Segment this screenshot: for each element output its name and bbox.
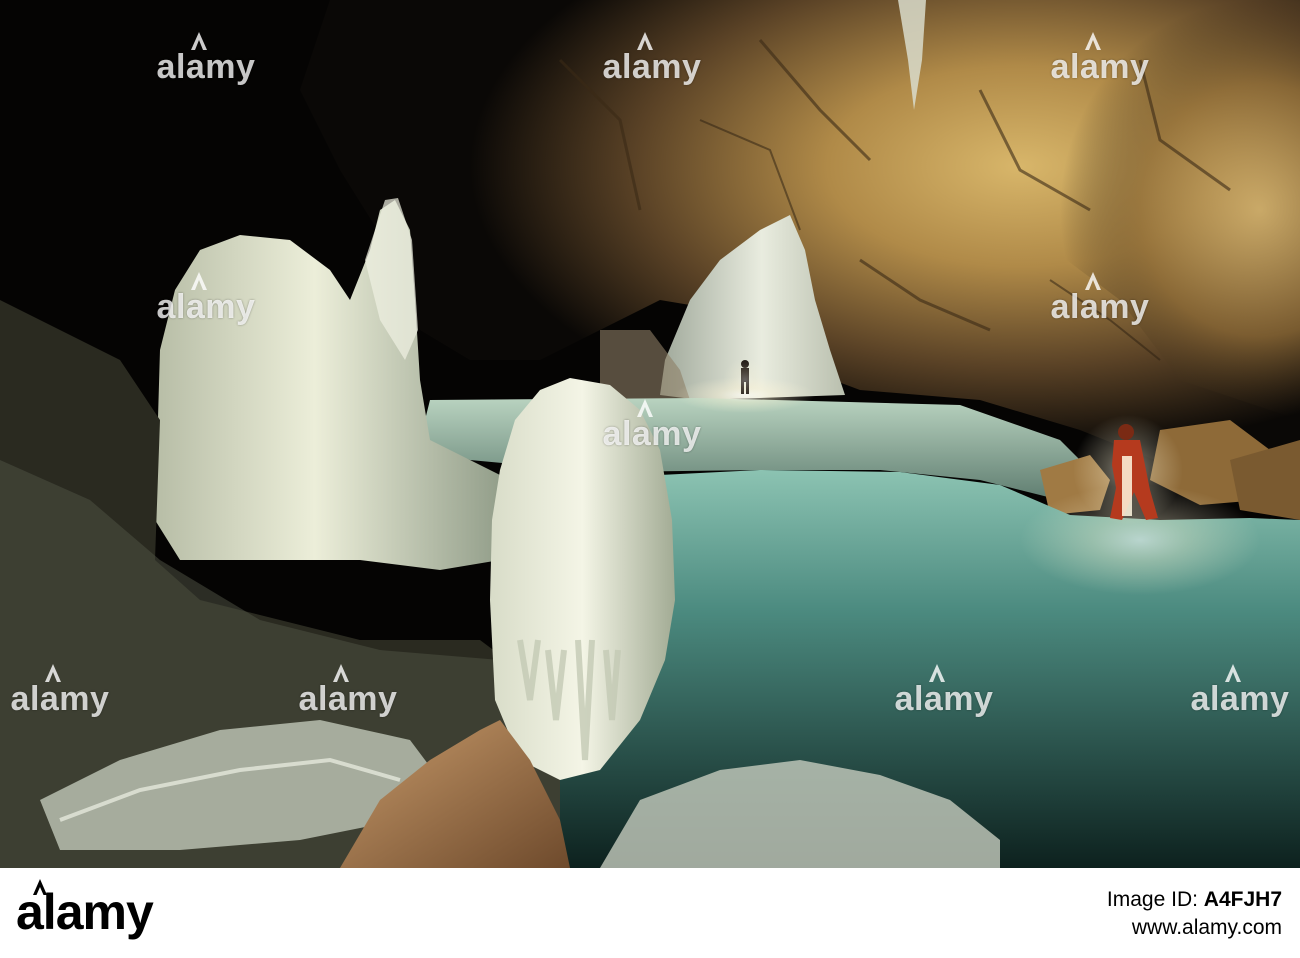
- watermark-text: alamy: [1050, 48, 1150, 86]
- caver-with-lamp: [1073, 415, 1183, 525]
- alamy-logo: alamy: [16, 879, 316, 942]
- watermark-text: alamy: [156, 48, 256, 86]
- watermark-text: alamy: [602, 48, 702, 86]
- image-id-value: A4FJH7: [1203, 888, 1282, 911]
- watermark: alamy: [592, 397, 712, 453]
- watermark: alamy: [0, 662, 120, 718]
- watermark-text: alamy: [894, 680, 994, 718]
- distant-caver: [723, 358, 767, 402]
- watermark: alamy: [884, 662, 1004, 718]
- watermark-text: alamy: [602, 415, 702, 453]
- logo-text: alamy: [16, 884, 154, 940]
- watermark: alamy: [1180, 662, 1300, 718]
- watermark: alamy: [1040, 270, 1160, 326]
- watermark: alamy: [1040, 30, 1160, 86]
- watermark: alamy: [146, 270, 266, 326]
- footer-bar: alamy Image ID: A4FJH7 www.alamy.com: [0, 868, 1300, 958]
- watermark: alamy: [146, 30, 266, 86]
- watermark: alamy: [592, 30, 712, 86]
- watermark-text: alamy: [10, 680, 110, 718]
- site-url[interactable]: www.alamy.com: [862, 914, 1282, 942]
- image-id-label: Image ID:: [1106, 888, 1198, 911]
- cave-photo: alamy alamy alamy alamy alamy alamy alam…: [0, 0, 1300, 868]
- watermark: alamy: [288, 662, 408, 718]
- image-id-line: Image ID: A4FJH7: [862, 886, 1282, 914]
- watermark-text: alamy: [156, 288, 256, 326]
- watermark-text: alamy: [1050, 288, 1150, 326]
- watermark-text: alamy: [298, 680, 398, 718]
- watermark-text: alamy: [1190, 680, 1290, 718]
- image-meta: Image ID: A4FJH7 www.alamy.com: [862, 886, 1282, 942]
